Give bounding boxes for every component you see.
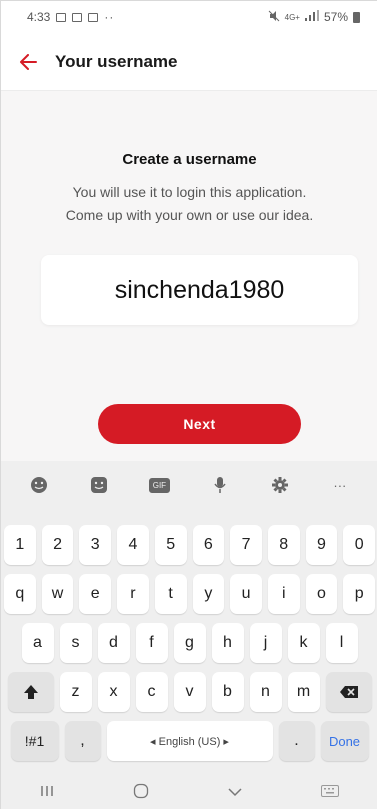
backspace-key[interactable] — [325, 672, 372, 712]
key-3[interactable]: 3 — [79, 525, 112, 565]
gif-icon[interactable]: GIF — [139, 465, 179, 505]
shift-icon — [23, 685, 38, 699]
keyboard-switch-icon[interactable] — [320, 785, 339, 800]
key-x[interactable]: x — [97, 672, 130, 712]
key-l[interactable]: l — [325, 623, 358, 663]
mute-icon — [268, 10, 280, 25]
page-title: Your username — [55, 51, 178, 71]
instruction-line-1: You will use it to login this applicatio… — [72, 184, 307, 200]
asdf-row: a s d f g h j k l — [1, 623, 377, 663]
username-input[interactable]: sinchenda1980 — [41, 255, 358, 325]
emoji-icon[interactable] — [19, 465, 59, 505]
done-key[interactable]: Done — [320, 721, 369, 761]
key-h[interactable]: h — [211, 623, 244, 663]
key-2[interactable]: 2 — [41, 525, 74, 565]
comma-key[interactable]: , — [64, 721, 101, 761]
key-d[interactable]: d — [97, 623, 130, 663]
battery-percent: 57% — [323, 10, 348, 24]
key-7[interactable]: 7 — [230, 525, 262, 565]
more-notifications-icon: ·· — [104, 10, 115, 24]
symbols-key[interactable]: !#1 — [10, 721, 59, 761]
back-arrow-icon[interactable] — [1, 33, 55, 91]
key-z[interactable]: z — [59, 672, 92, 712]
sticker-icon[interactable] — [79, 465, 119, 505]
next-button[interactable]: Next — [98, 404, 301, 444]
key-5[interactable]: 5 — [154, 525, 187, 565]
key-a[interactable]: a — [21, 623, 54, 663]
keyboard-toolbar: GIF ··· — [1, 461, 377, 509]
bottom-row: !#1 , ◂ English (US) ▸ . Done — [1, 721, 377, 761]
key-g[interactable]: g — [173, 623, 206, 663]
key-1[interactable]: 1 — [3, 525, 36, 565]
shift-key[interactable] — [7, 672, 54, 712]
navigation-bar — [1, 775, 377, 809]
recent-apps-icon[interactable] — [40, 785, 54, 800]
key-b[interactable]: b — [211, 672, 244, 712]
key-q[interactable]: q — [3, 574, 36, 614]
key-y[interactable]: y — [192, 574, 225, 614]
key-4[interactable]: 4 — [117, 525, 149, 565]
key-o[interactable]: o — [305, 574, 338, 614]
qwerty-row: q w e r t y u i o p — [1, 574, 377, 614]
key-u[interactable]: u — [230, 574, 262, 614]
key-8[interactable]: 8 — [267, 525, 300, 565]
hide-keyboard-icon[interactable] — [228, 786, 242, 800]
mail-icon — [72, 12, 83, 22]
gallery-icon — [56, 12, 67, 22]
period-key[interactable]: . — [278, 721, 315, 761]
status-right: 4G+ 57% — [268, 10, 360, 25]
more-icon[interactable]: ··· — [320, 465, 360, 505]
key-r[interactable]: r — [117, 574, 149, 614]
status-left: 4:33 ·· — [27, 10, 114, 24]
instruction-line-2: Come up with your own or use our idea. — [65, 207, 314, 223]
space-key[interactable]: ◂ English (US) ▸ — [106, 721, 273, 761]
key-p[interactable]: p — [343, 574, 376, 614]
signal-icon — [304, 10, 319, 24]
keyboard: GIF ··· 1 2 3 4 5 6 7 8 9 0 q w e r t y … — [1, 461, 377, 809]
create-username-heading: Create a username — [122, 151, 257, 168]
home-icon[interactable] — [133, 783, 149, 802]
key-9[interactable]: 9 — [305, 525, 338, 565]
battery-icon — [353, 11, 360, 23]
key-c[interactable]: c — [135, 672, 168, 712]
mic-icon[interactable] — [200, 465, 240, 505]
key-e[interactable]: e — [79, 574, 112, 614]
key-t[interactable]: t — [154, 574, 187, 614]
key-i[interactable]: i — [267, 574, 300, 614]
status-time: 4:33 — [27, 10, 51, 24]
backspace-icon — [339, 686, 358, 698]
key-f[interactable]: f — [135, 623, 168, 663]
main-content: Create a username You will use it to log… — [1, 91, 377, 461]
key-k[interactable]: k — [287, 623, 320, 663]
settings-icon[interactable] — [260, 465, 300, 505]
key-m[interactable]: m — [287, 672, 320, 712]
network-type: 4G+ — [284, 12, 300, 22]
key-j[interactable]: j — [249, 623, 282, 663]
zxcv-row: z x c v b n m — [1, 672, 377, 712]
phone-screen: 4:33 ·· 4G+ 57% Your username Create a u… — [0, 0, 377, 809]
number-row: 1 2 3 4 5 6 7 8 9 0 — [1, 525, 377, 565]
key-s[interactable]: s — [59, 623, 92, 663]
app-bar: Your username — [1, 33, 377, 91]
key-v[interactable]: v — [173, 672, 206, 712]
key-n[interactable]: n — [249, 672, 282, 712]
app-icon — [88, 12, 99, 22]
key-6[interactable]: 6 — [192, 525, 225, 565]
key-0[interactable]: 0 — [343, 525, 376, 565]
key-w[interactable]: w — [41, 574, 74, 614]
status-bar: 4:33 ·· 4G+ 57% — [1, 1, 377, 33]
